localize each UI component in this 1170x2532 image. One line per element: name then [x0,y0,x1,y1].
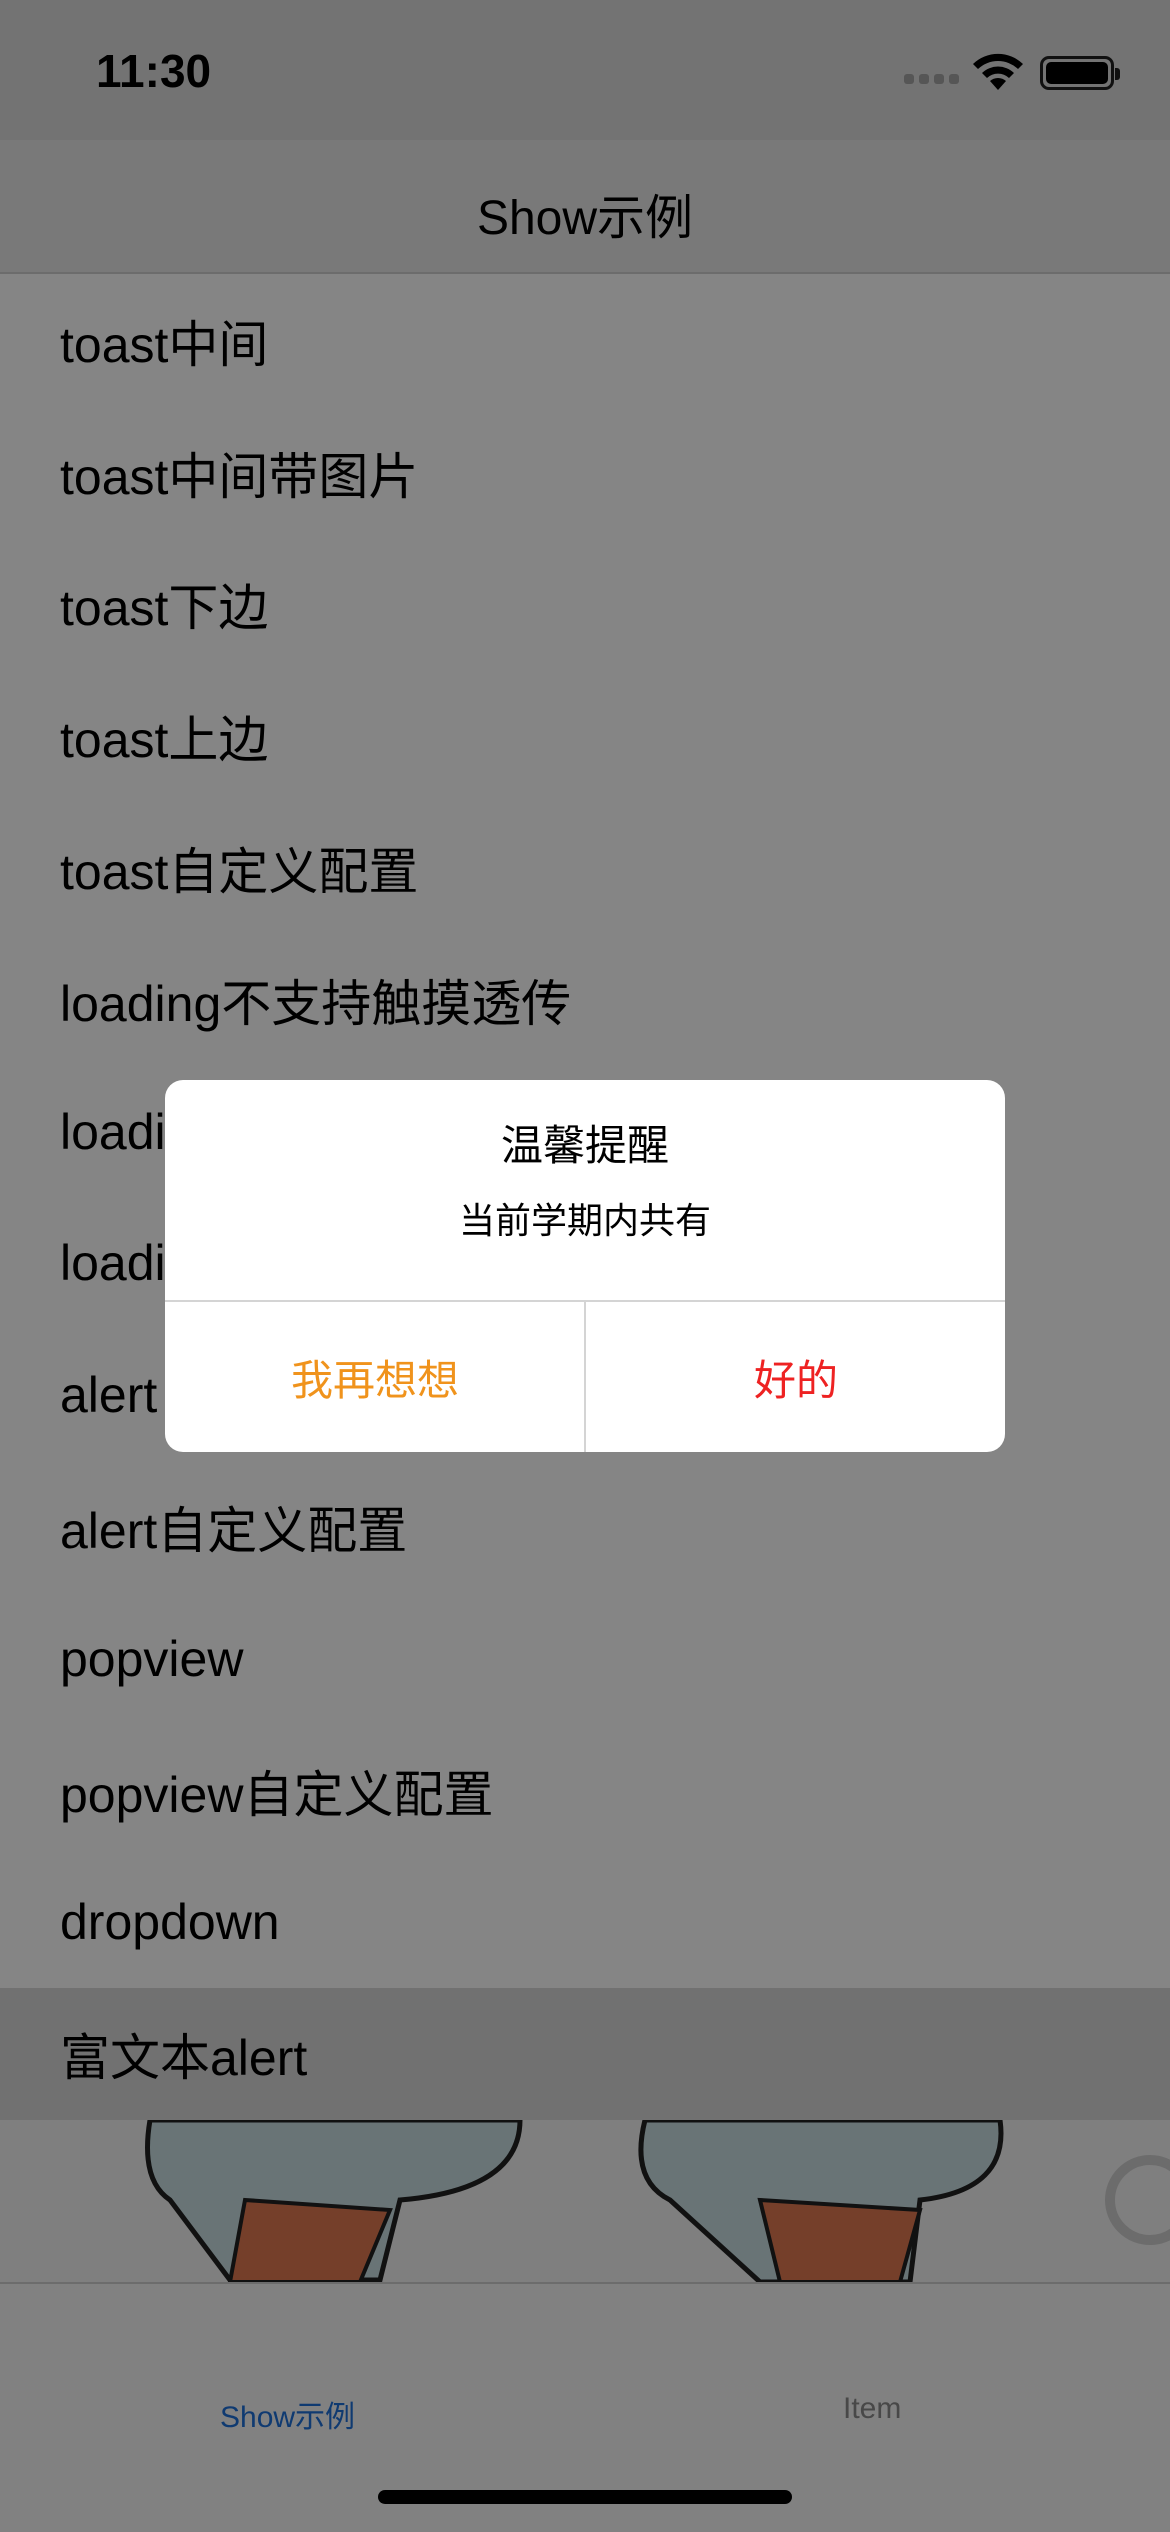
alert-dialog: 温馨提醒 当前学期内共有 我再想想 好的 [165,1080,1005,1452]
alert-title: 温馨提醒 [500,1121,669,1170]
alert-message: 当前学期内共有 [458,1201,711,1242]
cancel-button[interactable]: 我再想想 [165,1302,585,1452]
confirm-button[interactable]: 好的 [586,1302,1005,1452]
